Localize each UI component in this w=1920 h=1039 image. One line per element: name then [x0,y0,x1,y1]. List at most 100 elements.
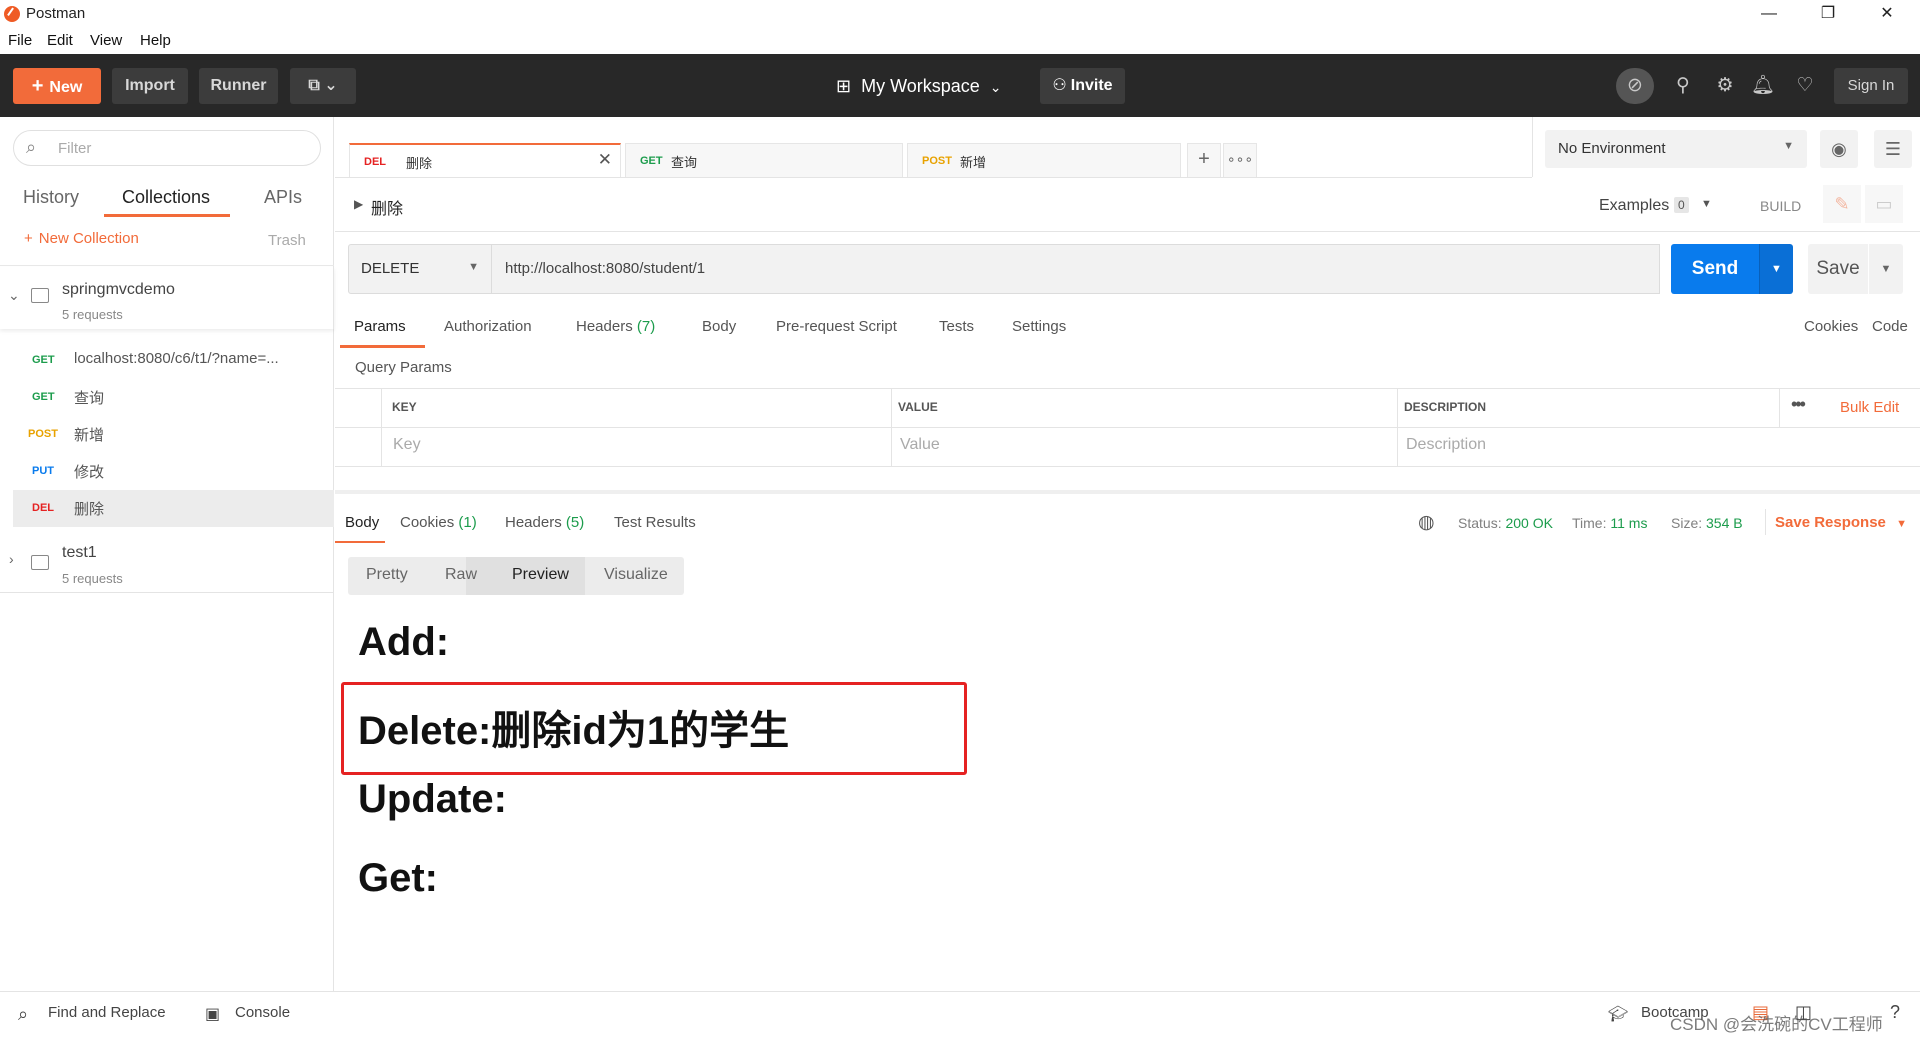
sliders-icon[interactable]: ☰ [1874,130,1912,168]
tab-response-body[interactable]: Body [345,514,379,531]
cookies-count: (1) [458,514,477,531]
cookies-link[interactable]: Cookies [1804,318,1858,335]
list-item[interactable]: PUT 修改 [0,453,334,490]
list-item[interactable]: GET localhost:8080/c6/t1/?name=... [0,342,334,379]
help-icon[interactable]: ? [1890,1002,1900,1023]
tab-body[interactable]: Body [702,318,736,335]
menu-edit[interactable]: Edit [47,32,73,49]
bell-icon[interactable]: 🔔︎ [1744,68,1782,104]
import-button[interactable]: Import [112,68,188,104]
add-tab-button[interactable]: + [1187,143,1221,177]
divider [335,388,1920,389]
code-link[interactable]: Code [1872,318,1908,335]
divider [1779,389,1780,427]
tab-headers[interactable]: Headers (7) [576,318,655,335]
tab-apis[interactable]: APIs [264,187,302,208]
url-text: http://localhost:8080/student/1 [505,260,706,277]
format-visualize[interactable]: Visualize [604,566,668,584]
tab-authorization[interactable]: Authorization [444,318,532,335]
filter-field[interactable]: ⌕ Filter [13,130,321,166]
method-badge: GET [32,354,55,366]
list-item-selected[interactable]: DEL 删除 [13,490,334,527]
tab-response-cookies[interactable]: Cookies (1) [400,514,477,531]
size-value: 354 B [1706,515,1743,531]
maximize-button[interactable]: ❐ [1799,0,1857,28]
workspace-switcher[interactable]: ⊞ My Workspace ⌄ [836,68,1002,104]
tab-settings[interactable]: Settings [1012,318,1066,335]
collection-header[interactable]: ⌄ springmvcdemo 5 requests [0,267,334,329]
examples-label[interactable]: Examples [1599,197,1669,215]
tab-collections[interactable]: Collections [122,187,210,208]
url-input[interactable]: http://localhost:8080/student/1 [492,244,1660,294]
save-response-button[interactable]: Save Response ▼ [1775,514,1907,531]
invite-button[interactable]: ⚇ Invite [1040,68,1125,104]
preview-line: Update: [358,777,507,821]
tab-response-headers[interactable]: Headers (5) [505,514,584,531]
globe-icon[interactable]: ◍ [1418,511,1435,534]
menu-help[interactable]: Help [140,32,171,49]
bulk-edit-link[interactable]: Bulk Edit [1840,399,1899,416]
heart-icon[interactable]: ♡ [1786,68,1824,104]
save-button[interactable]: Save [1808,244,1868,294]
tab-history[interactable]: History [23,187,79,208]
runner-button[interactable]: Runner [199,68,278,104]
collection-springmvcdemo: ⌄ springmvcdemo 5 requests GET localhost… [0,267,334,457]
format-pretty[interactable]: Pretty [366,566,408,584]
comment-icon[interactable]: ▭ [1865,185,1903,223]
tab-request-get[interactable]: GET 查询 [625,143,903,177]
list-item[interactable]: GET 查询 [0,379,334,416]
send-options-button[interactable]: ▼ [1759,244,1793,294]
time-label: Time: [1572,515,1607,531]
tab-pre-request-script[interactable]: Pre-request Script [776,318,897,335]
new-button[interactable]: + New [13,68,101,104]
environment-select[interactable]: No Environment ▼ [1545,130,1807,168]
collection-test1[interactable]: › test1 5 requests [0,531,334,593]
tab-request-name: 删除 [406,156,433,171]
description-input[interactable]: Description [1406,436,1486,454]
sync-off-icon[interactable]: ⊘ [1616,68,1654,104]
caret-down-icon[interactable]: ▼ [1701,198,1712,210]
method-select[interactable]: DELETE ▼ [348,244,492,294]
satellite-icon[interactable]: ⚲ [1664,68,1702,104]
preview-line: Get: [358,856,438,900]
menu-view[interactable]: View [90,32,122,49]
format-preview[interactable]: Preview [512,566,569,584]
close-button[interactable]: ✕ [1858,0,1916,28]
sign-in-button[interactable]: Sign In [1834,68,1908,104]
list-item[interactable]: POST 新增 [0,416,334,453]
tab-request-name: 查询 [671,155,698,170]
tab-options-button[interactable]: ∘∘∘ [1223,143,1257,177]
tab-request-post[interactable]: POST 新增 [907,143,1181,177]
console-button[interactable]: Console [235,1004,290,1021]
method-badge: DEL [364,156,386,168]
eye-icon[interactable]: ◉ [1820,130,1858,168]
tab-params[interactable]: Params [354,318,406,335]
more-icon[interactable]: ••• [1791,394,1806,415]
divider [381,389,382,466]
settings-icon[interactable]: ⚙ [1706,68,1744,104]
pane-resizer[interactable] [335,490,1920,494]
menu-file[interactable]: File [8,32,32,49]
request-name: 删除 [74,501,105,518]
send-button[interactable]: Send [1671,244,1759,294]
response-status: Status: 200 OK [1458,515,1553,531]
find-replace-button[interactable]: Find and Replace [48,1004,166,1021]
tab-test-results[interactable]: Test Results [614,514,696,531]
tab-tests[interactable]: Tests [939,318,974,335]
method-badge: POST [28,428,58,440]
key-input[interactable]: Key [393,436,421,454]
format-raw[interactable]: Raw [445,566,477,584]
chevron-down-icon: ⌄ [8,287,20,303]
tab-request-delete[interactable]: DEL 删除 ✕ [349,143,621,177]
new-window-button[interactable]: ⧉ ⌄ [290,68,356,104]
value-input[interactable]: Value [900,436,940,454]
minimize-button[interactable]: — [1740,0,1798,28]
filter-placeholder: Filter [58,140,92,157]
save-options-button[interactable]: ▼ [1869,244,1903,294]
build-label[interactable]: BUILD [1760,198,1801,214]
bootcamp-icon: 🎓︎ [1608,1006,1629,1023]
new-collection-button[interactable]: + New Collection [24,230,139,247]
pencil-icon[interactable]: ✎ [1823,185,1861,223]
trash-link[interactable]: Trash [268,232,306,249]
close-icon[interactable]: ✕ [598,150,612,170]
